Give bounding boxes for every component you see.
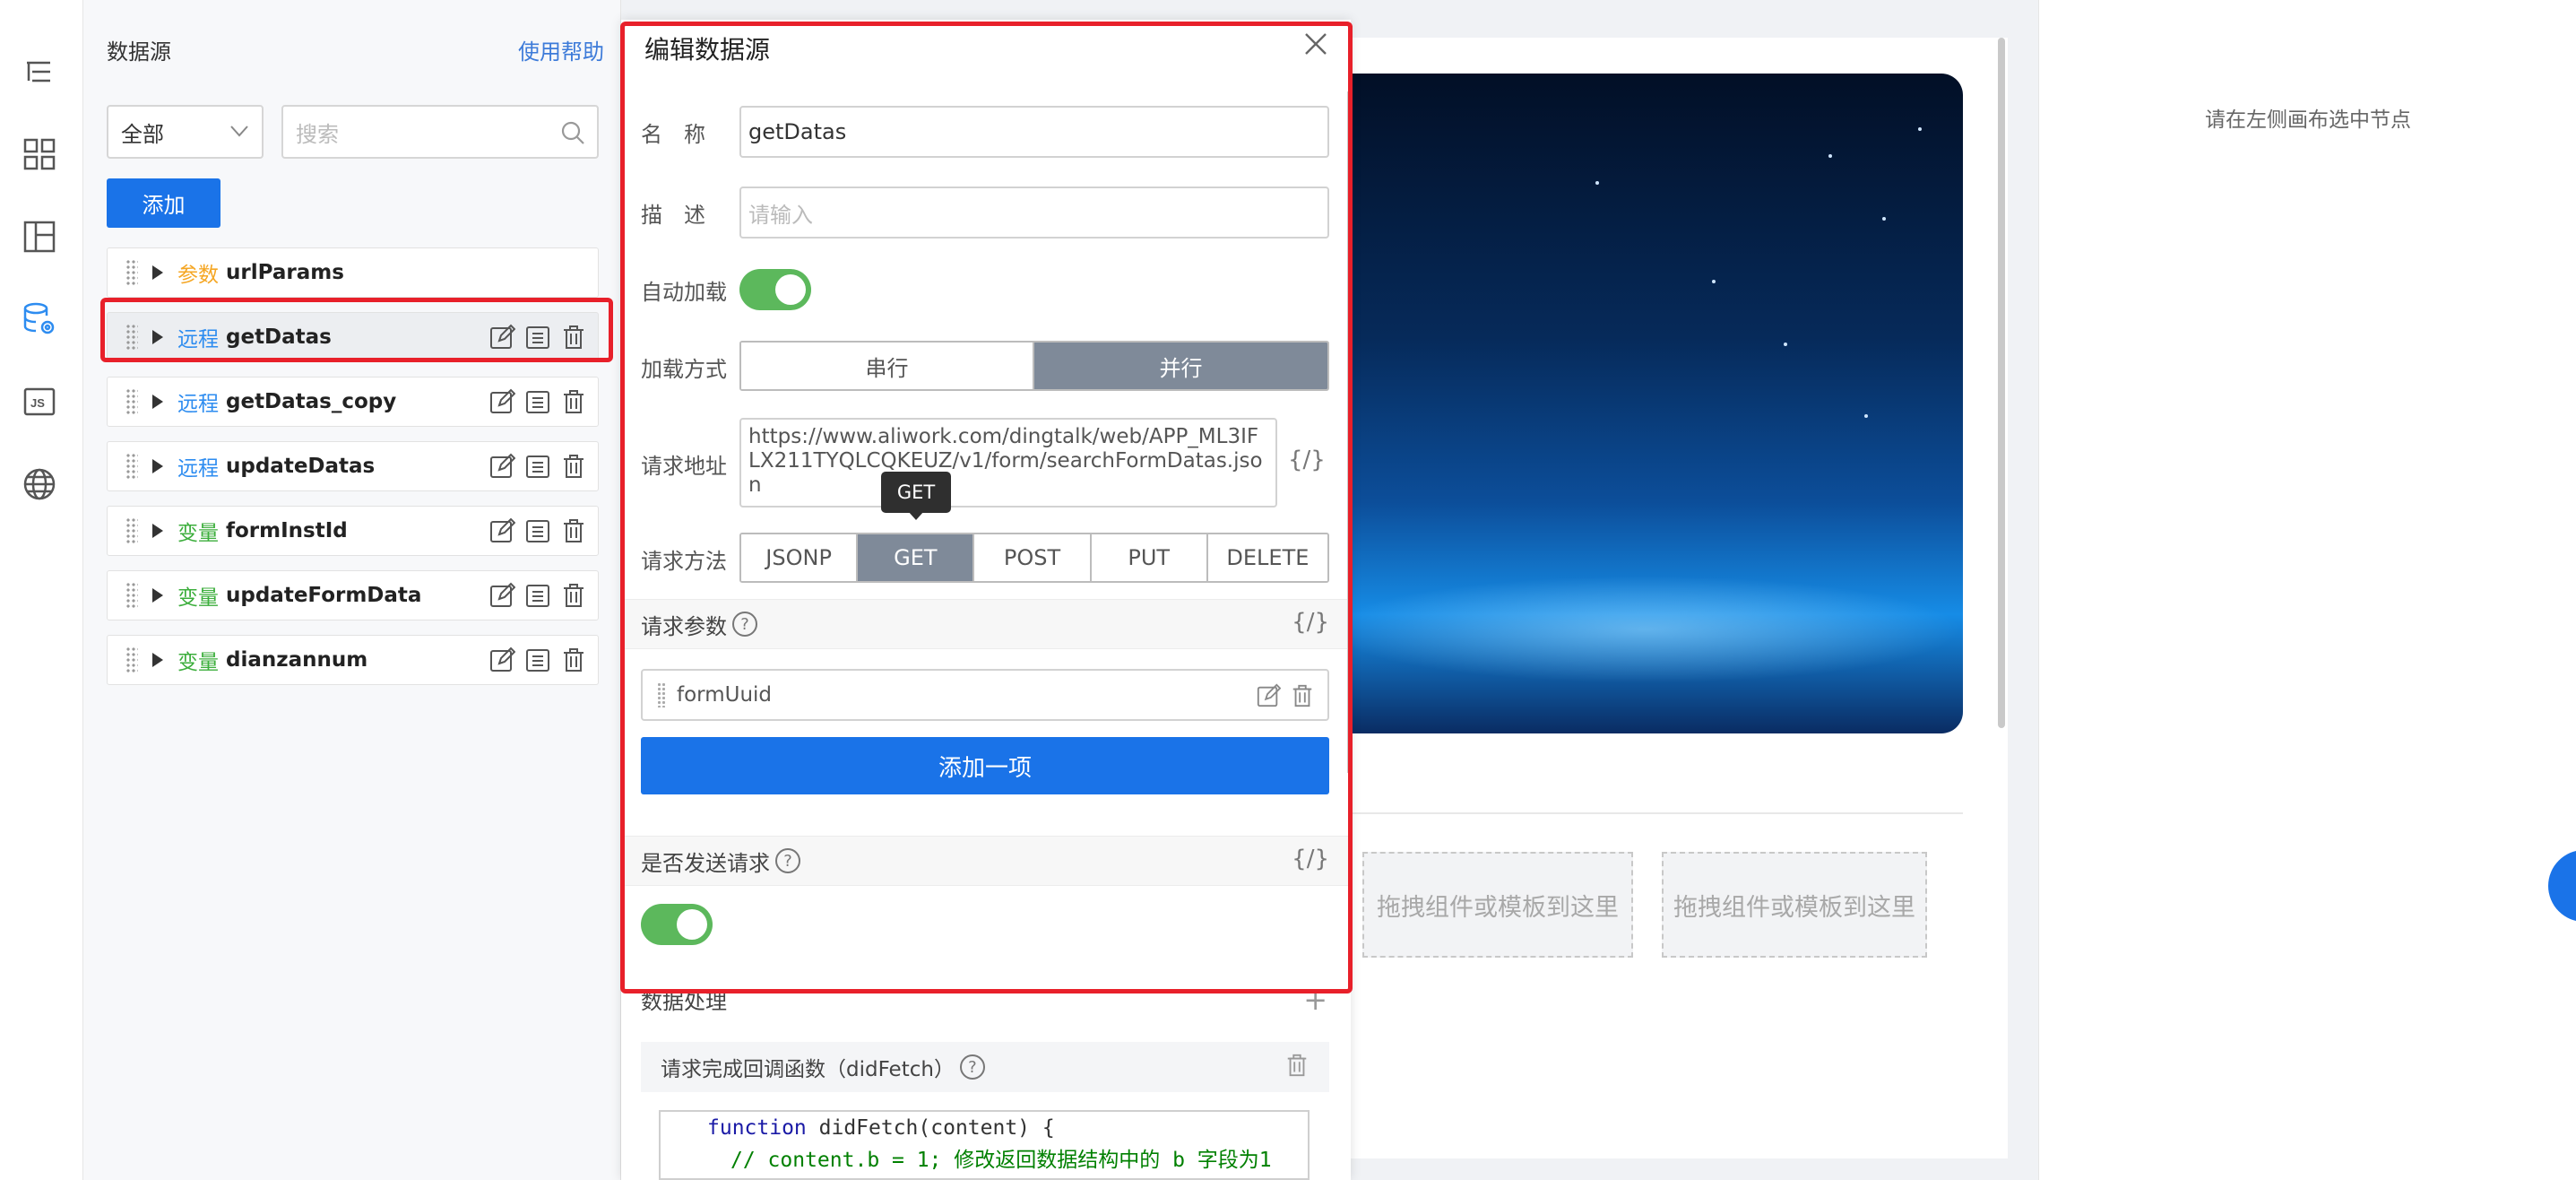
edit-icon[interactable]: [488, 517, 515, 544]
help-icon[interactable]: ?: [959, 1054, 985, 1080]
drag-handle-icon[interactable]: [125, 646, 138, 673]
icon-rail: JS: [0, 0, 83, 1180]
item-name: formInstId: [226, 519, 348, 542]
search-placeholder: 搜索: [296, 121, 339, 147]
edit-icon[interactable]: [488, 582, 515, 609]
item-name: urlParams: [226, 261, 344, 284]
drag-handle-icon[interactable]: [125, 582, 138, 609]
drag-handle-icon[interactable]: [125, 388, 138, 415]
drop-zone[interactable]: 拖拽组件或模板到这里: [1362, 852, 1633, 958]
search-input[interactable]: 搜索: [281, 105, 599, 159]
expand-arrow-icon[interactable]: [152, 524, 163, 538]
code-comment: // content.b = 1; 修改返回数据结构中的 b 字段为1: [730, 1149, 1272, 1172]
item-tag: 远程: [177, 393, 219, 416]
drag-handle-icon[interactable]: [125, 259, 138, 286]
item-tag: 变量: [177, 651, 219, 674]
properties-panel: 请在左侧画布选中节点: [2038, 0, 2576, 1180]
delete-icon[interactable]: [560, 646, 587, 673]
delete-icon[interactable]: [560, 388, 587, 415]
drop-hint: 拖拽组件或模板到这里: [1673, 893, 1915, 922]
item-name: dianzannum: [226, 648, 368, 672]
code-line: function didFetch(content) {: [707, 1116, 1055, 1140]
delete-icon[interactable]: [1284, 1053, 1310, 1078]
expand-arrow-icon[interactable]: [152, 459, 163, 473]
search-icon: [561, 121, 584, 144]
select-value: 全部: [121, 121, 164, 147]
datasource-item[interactable]: 参数 urlParams: [107, 247, 599, 298]
edit-icon[interactable]: [488, 646, 515, 673]
delete-icon[interactable]: [560, 453, 587, 480]
expand-arrow-icon[interactable]: [152, 653, 163, 667]
empty-hint: 请在左侧画布选中节点: [2205, 108, 2411, 132]
dialog-highlight-frame: [620, 22, 1353, 993]
help-link[interactable]: 使用帮助: [518, 34, 604, 65]
datasource-item[interactable]: 变量 formInstId: [107, 506, 599, 556]
type-filter-select[interactable]: 全部: [107, 105, 264, 159]
datasource-item[interactable]: 变量 updateFormData: [107, 570, 599, 620]
item-name: updateFormData: [226, 584, 422, 607]
item-name: getDatas_copy: [226, 390, 397, 413]
edit-icon[interactable]: [488, 453, 515, 480]
expand-arrow-icon[interactable]: [152, 588, 163, 603]
drag-handle-icon[interactable]: [125, 453, 138, 480]
copy-icon[interactable]: [524, 646, 551, 673]
copy-icon[interactable]: [524, 517, 551, 544]
item-tag: 远程: [177, 457, 219, 481]
item-tag: 变量: [177, 586, 219, 610]
panel-title: 数据源: [107, 39, 171, 65]
datasource-icon[interactable]: [20, 299, 59, 339]
copy-icon[interactable]: [524, 582, 551, 609]
highlight-frame: [100, 298, 613, 362]
drop-hint: 拖拽组件或模板到这里: [1377, 893, 1619, 922]
add-datasource-button[interactable]: 添加: [107, 178, 220, 228]
code-editor[interactable]: function didFetch(content) { // content.…: [659, 1110, 1310, 1180]
drop-zone[interactable]: 拖拽组件或模板到这里: [1662, 852, 1927, 958]
chevron-down-icon: [230, 126, 248, 137]
didfetch-row: 请求完成回调函数（didFetch） ?: [641, 1042, 1329, 1092]
expand-arrow-icon[interactable]: [152, 265, 163, 280]
layout-icon[interactable]: [20, 217, 59, 256]
datasource-item[interactable]: 远程 updateDatas: [107, 441, 599, 491]
copy-icon[interactable]: [524, 453, 551, 480]
item-tag: 变量: [177, 522, 219, 545]
datasource-item[interactable]: 变量 dianzannum: [107, 635, 599, 685]
canvas-divider: [1344, 812, 1963, 814]
copy-icon[interactable]: [524, 388, 551, 415]
hero-image: [1327, 74, 1963, 733]
datasource-panel: 数据源 使用帮助 全部 搜索 添加 参数 urlParams 远程 getDat…: [83, 0, 621, 1180]
components-grid-icon[interactable]: [20, 134, 59, 174]
item-tag: 参数: [177, 264, 219, 287]
drag-handle-icon[interactable]: [125, 517, 138, 544]
expand-arrow-icon[interactable]: [152, 395, 163, 409]
delete-icon[interactable]: [560, 517, 587, 544]
datasource-item[interactable]: 远程 getDatas_copy: [107, 377, 599, 427]
outline-tree-icon[interactable]: [20, 52, 59, 91]
svg-text:JS: JS: [30, 396, 45, 410]
globe-icon[interactable]: [20, 464, 59, 504]
canvas-scrollbar[interactable]: [1998, 38, 2005, 728]
item-name: updateDatas: [226, 455, 376, 478]
didfetch-label: 请求完成回调函数（didFetch）: [661, 1058, 955, 1081]
js-code-icon[interactable]: JS: [20, 382, 59, 421]
delete-icon[interactable]: [560, 582, 587, 609]
edit-icon[interactable]: [488, 388, 515, 415]
